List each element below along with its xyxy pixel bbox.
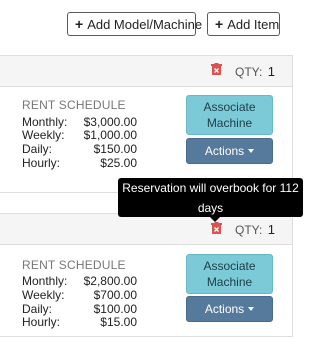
caret-down-icon bbox=[248, 149, 255, 153]
rate-label: Weekly: bbox=[22, 128, 65, 142]
rate-label: Weekly: bbox=[22, 288, 65, 302]
actions-label: Actions bbox=[204, 302, 245, 316]
qty-label: QTY: bbox=[235, 223, 263, 237]
plus-icon: + bbox=[215, 16, 224, 32]
rate-label: Daily: bbox=[22, 142, 53, 156]
actions-label: Actions bbox=[204, 144, 245, 158]
rate-monthly: Monthly: $2,800.00 bbox=[22, 274, 137, 288]
rate-value: $25.00 bbox=[100, 156, 137, 170]
rate-value: $2,800.00 bbox=[83, 274, 137, 288]
rate-label: Monthly: bbox=[22, 274, 68, 288]
add-item-button[interactable]: + Add Item bbox=[207, 12, 280, 36]
associate-machine-button[interactable]: Associate Machine bbox=[186, 95, 273, 135]
rate-label: Hourly: bbox=[22, 315, 61, 329]
trash-icon[interactable] bbox=[211, 63, 222, 75]
rate-monthly: Monthly: $3,000.00 bbox=[22, 115, 137, 129]
qty-display: QTY: 1 bbox=[235, 64, 275, 79]
add-model-machine-label: Add Model/Machine bbox=[87, 16, 203, 32]
plus-icon: + bbox=[75, 16, 84, 32]
caret-down-icon bbox=[248, 307, 255, 311]
rate-hourly: Hourly: $25.00 bbox=[22, 156, 137, 170]
rate-value: $15.00 bbox=[100, 315, 137, 329]
rate-label: Daily: bbox=[22, 302, 53, 316]
rent-schedule-title: RENT SCHEDULE bbox=[22, 98, 126, 112]
rate-label: Monthly: bbox=[22, 115, 68, 129]
rate-value: $700.00 bbox=[93, 288, 137, 302]
add-model-machine-button[interactable]: + Add Model/Machine bbox=[67, 12, 202, 36]
rate-value: $150.00 bbox=[93, 142, 137, 156]
qty-value: 1 bbox=[267, 222, 275, 237]
rate-hourly: Hourly: $15.00 bbox=[22, 315, 137, 329]
rate-daily: Daily: $150.00 bbox=[22, 142, 137, 156]
add-item-label: Add Item bbox=[227, 16, 280, 32]
actions-dropdown-button[interactable]: Actions bbox=[186, 296, 273, 322]
rate-daily: Daily: $100.00 bbox=[22, 302, 137, 316]
associate-machine-button[interactable]: Associate Machine bbox=[186, 254, 273, 294]
trash-icon[interactable] bbox=[211, 222, 222, 234]
rate-label: Hourly: bbox=[22, 156, 61, 170]
rate-value: $1,000.00 bbox=[83, 128, 137, 142]
tooltip-arrow bbox=[210, 217, 220, 222]
actions-dropdown-button[interactable]: Actions bbox=[186, 138, 273, 164]
qty-display: QTY: 1 bbox=[235, 222, 275, 237]
rate-weekly: Weekly: $700.00 bbox=[22, 288, 137, 302]
overbook-tooltip: Reservation will overbook for 112 days bbox=[118, 178, 303, 217]
rate-value: $3,000.00 bbox=[83, 115, 137, 129]
qty-value: 1 bbox=[267, 64, 275, 79]
rate-weekly: Weekly: $1,000.00 bbox=[22, 128, 137, 142]
qty-label: QTY: bbox=[235, 65, 263, 79]
rate-value: $100.00 bbox=[93, 302, 137, 316]
rent-schedule-title: RENT SCHEDULE bbox=[22, 258, 126, 272]
